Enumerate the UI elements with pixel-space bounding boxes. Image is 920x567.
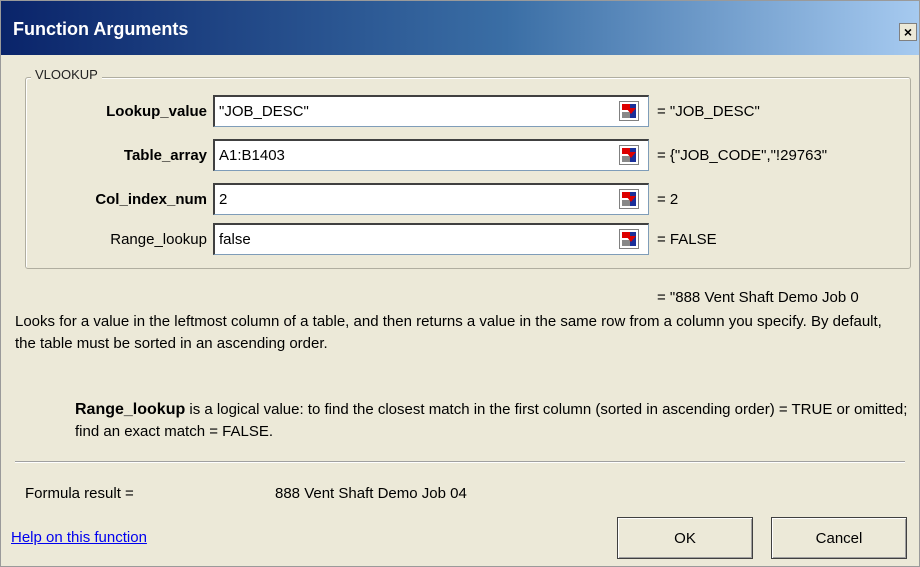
collapse-dialog-icon[interactable] [619,145,639,165]
collapse-dialog-icon[interactable] [619,189,639,209]
argument-label: Col_index_num [95,191,207,208]
function-description: Looks for a value in the leftmost column… [15,313,882,352]
range-lookup-input[interactable] [213,223,649,255]
argument-label: Lookup_value [106,103,207,120]
collapse-dialog-icon[interactable] [619,229,639,249]
argument-label: Range_lookup [110,231,207,248]
argument-help: Range_lookup is a logical value: to find… [75,399,915,443]
help-on-function-link[interactable]: Help on this function [11,529,147,546]
function-arguments-dialog: Function Arguments × VLOOKUP Lookup_valu… [0,0,920,567]
formula-result-value: 888 Vent Shaft Demo Job 04 [275,485,467,502]
dialog-title: Function Arguments [13,19,189,39]
argument-row-lookup-value: Lookup_value = "JOB_DESC" [1,95,919,131]
function-name-label: VLOOKUP [31,67,102,82]
argument-row-table-array: Table_array = {"JOB_CODE","!29763" [1,139,919,175]
col-index-num-input[interactable] [213,183,649,215]
argument-help-text: is a logical value: to find the closest … [75,401,908,440]
function-result-preview: = "888 Vent Shaft Demo Job 0 [657,289,859,306]
title-bar[interactable]: Function Arguments × [1,1,919,55]
argument-row-col-index-num: Col_index_num = 2 [1,183,919,219]
lookup-value-input[interactable] [213,95,649,127]
argument-result: = FALSE [657,231,717,248]
argument-label: Table_array [123,147,207,164]
divider [15,461,905,463]
argument-help-name: Range_lookup [75,401,186,418]
close-icon[interactable]: × [899,23,917,41]
argument-result: = {"JOB_CODE","!29763" [657,147,828,164]
ok-button[interactable]: OK [617,517,753,559]
formula-result-label: Formula result = [25,485,134,502]
argument-result: = "JOB_DESC" [657,103,760,120]
argument-result: = 2 [657,191,679,208]
argument-row-range-lookup: Range_lookup = FALSE [1,223,919,259]
table-array-input[interactable] [213,139,649,171]
collapse-dialog-icon[interactable] [619,101,639,121]
cancel-button[interactable]: Cancel [771,517,907,559]
